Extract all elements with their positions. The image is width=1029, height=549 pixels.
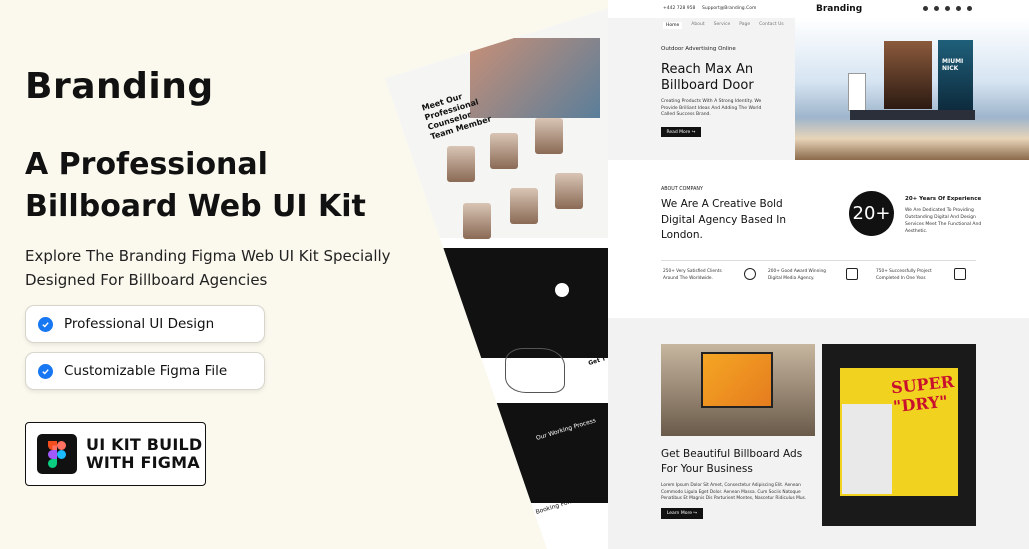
x-icon[interactable]	[923, 6, 928, 11]
dry-sign-text: SUPER "DRY"	[890, 371, 955, 417]
email-address[interactable]: Support@Branding.Com	[702, 6, 756, 11]
check-badge-icon	[38, 363, 53, 379]
billboard-ad-text: MIUMI NICK	[942, 58, 964, 72]
hero-title: Reach Max An Billboard Door	[661, 62, 754, 93]
instagram-icon[interactable]	[934, 6, 939, 11]
hero-eyebrow: Outdoor Advertising Online	[661, 46, 736, 52]
smile-icon	[744, 268, 756, 280]
experience-text: We Are Dedicated To Providing Outstandin…	[905, 208, 982, 234]
years-badge: 20+	[849, 191, 894, 236]
top-bar: +442 728 958 Support@Branding.Com Brandi…	[608, 0, 1029, 18]
billboard-portrait	[884, 41, 932, 109]
tilted-page-preview: Meet Our Professional Counselor Team Mem…	[385, 8, 610, 549]
figma-logo-icon	[37, 434, 77, 474]
site-logo[interactable]: Branding	[816, 4, 862, 14]
linkedin-icon[interactable]	[945, 6, 950, 11]
facebook-icon[interactable]	[956, 6, 961, 11]
tilted-process-section	[385, 403, 610, 503]
nav-home[interactable]: Home	[663, 22, 683, 29]
city-billboard-image	[661, 344, 815, 436]
nav-contact[interactable]: Contact Us	[759, 22, 784, 29]
pinterest-icon[interactable]	[967, 6, 972, 11]
play-icon[interactable]	[555, 283, 569, 297]
stat-clients: 250+ Very Satisfied Clients Around The W…	[663, 269, 722, 281]
learn-more-button[interactable]: Learn More ↪	[661, 508, 703, 519]
briefcase-icon	[954, 268, 966, 280]
read-more-button[interactable]: Read More ↪	[661, 127, 701, 137]
feature-pill-ui-design: Professional UI Design	[25, 305, 265, 343]
stat-awards: 200+ Good Award Winning Digital Media Ag…	[768, 269, 826, 281]
hero-text: Creating Products With A Strong Identity…	[661, 99, 762, 117]
about-title: We Are A Creative Bold Digital Agency Ba…	[661, 198, 787, 241]
stat-projects: 750+ Successfully Project Completed In O…	[876, 269, 932, 281]
feature-label: Professional UI Design	[64, 316, 215, 332]
billboard-website-preview: +442 728 958 Support@Branding.Com Brandi…	[608, 0, 1029, 549]
billboard-ad: MIUMI NICK	[938, 40, 973, 110]
kit-badge-line1: UI KIT BUILD	[86, 435, 203, 454]
page-description: Explore The Branding Figma Web UI Kit Sp…	[25, 247, 391, 289]
kit-badge-line2: WITH FIGMA	[86, 453, 200, 472]
divider	[661, 260, 976, 261]
billboard-base	[850, 110, 975, 120]
feature-pill-figma-file: Customizable Figma File	[25, 352, 265, 390]
main-nav: Home About Service Page Contact Us	[663, 22, 784, 29]
check-badge-icon	[38, 316, 53, 332]
usa-map-icon	[505, 348, 565, 393]
nav-service[interactable]: Service	[714, 22, 731, 29]
ads-text: Lorem Ipsum Dolor Sit Amet, Consectetur …	[661, 483, 807, 501]
megaphone-icon	[846, 268, 858, 280]
tilted-video-section	[385, 248, 610, 358]
nav-about[interactable]: About	[691, 22, 704, 29]
small-billboard	[848, 73, 866, 111]
about-eyebrow: ABOUT COMPANY	[661, 187, 703, 192]
ads-title: Get Beautiful Billboard Ads For Your Bus…	[661, 448, 803, 475]
billboard-screen	[701, 352, 773, 408]
page-headline: A Professional Billboard Web UI Kit	[25, 147, 366, 224]
experience-title: 20+ Years Of Experience	[905, 196, 982, 202]
nav-page[interactable]: Page	[739, 22, 750, 29]
dry-billboard-image: SUPER "DRY"	[822, 344, 976, 526]
phone-number[interactable]: +442 728 958	[663, 6, 695, 11]
brand-title: Branding	[25, 66, 214, 107]
feature-label: Customizable Figma File	[64, 363, 228, 379]
figma-kit-badge: UI KIT BUILD WITH FIGMA	[25, 422, 206, 486]
